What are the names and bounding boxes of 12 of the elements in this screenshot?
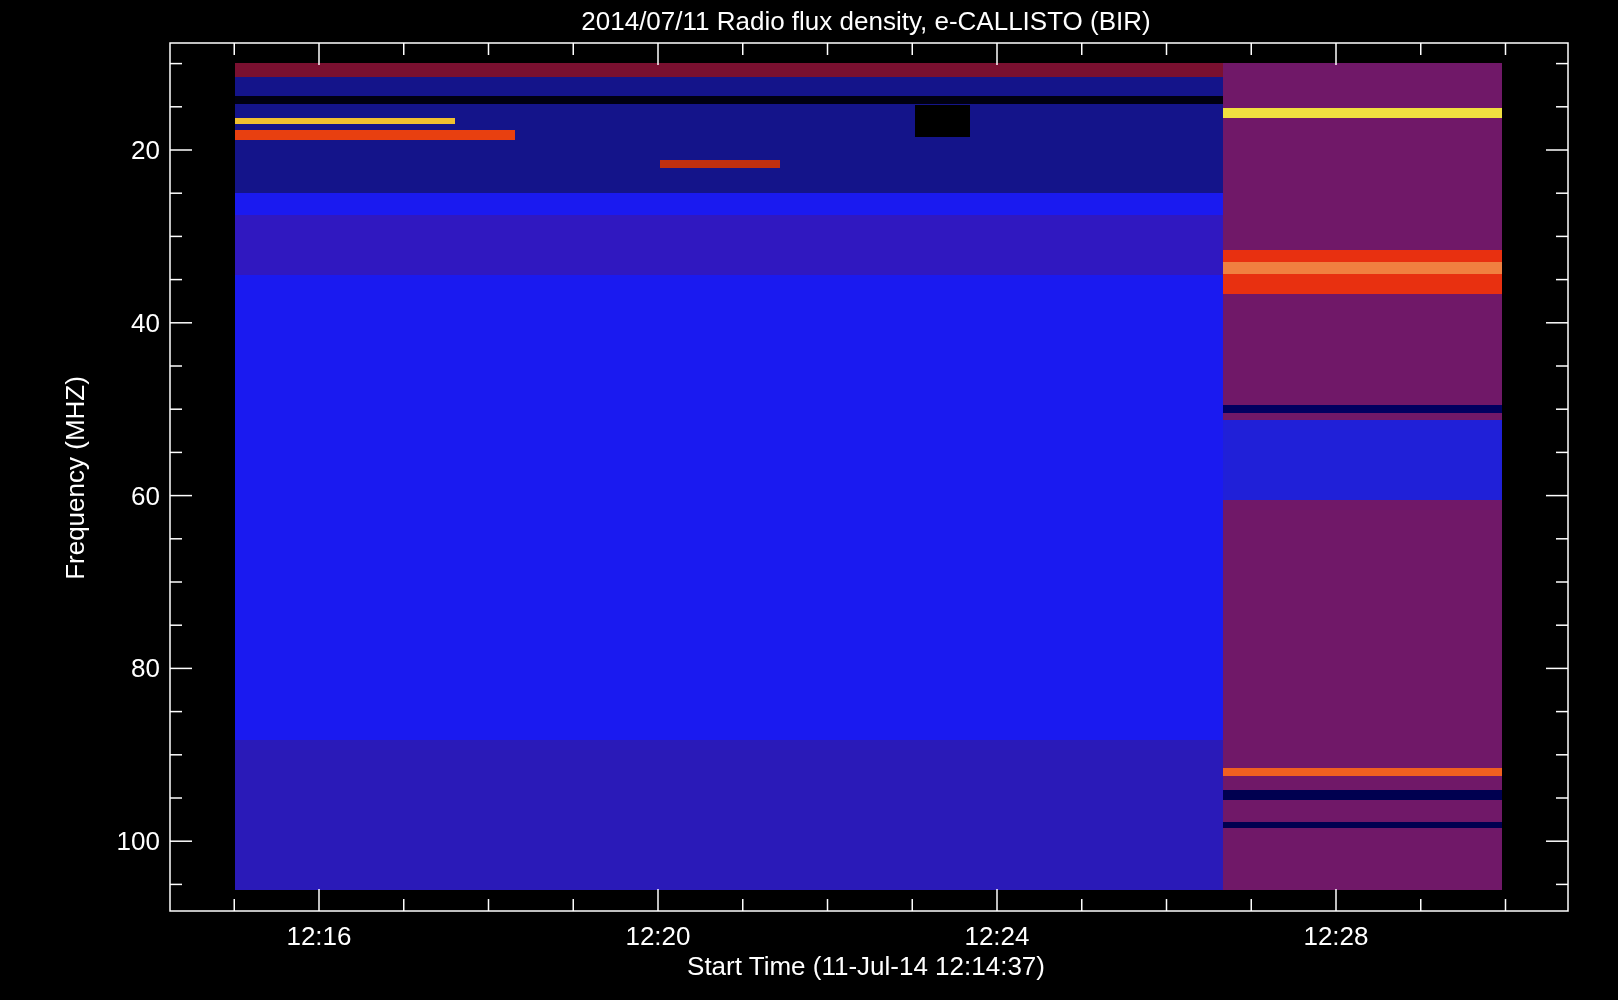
y-tick-label: 40: [131, 307, 160, 338]
y-tick-label: 60: [131, 480, 160, 511]
x-tick-label: 12:28: [1303, 921, 1369, 951]
plot-title: 2014/07/11 Radio flux density, e-CALLISTO (BIR): [581, 6, 1151, 36]
y-tick-label: 80: [131, 653, 160, 684]
x-tick-label: 12:20: [625, 921, 691, 951]
y-tick-label: 100: [116, 826, 160, 857]
x-tick-label: 12:16: [286, 921, 352, 951]
x-tick-label: 12:24: [964, 921, 1030, 951]
y-tick-label: 20: [131, 135, 160, 165]
x-axis-label: Start Time (11-Jul-14 12:14:37): [687, 951, 1045, 981]
y-axis-label: Frequency (MHZ): [60, 376, 90, 580]
